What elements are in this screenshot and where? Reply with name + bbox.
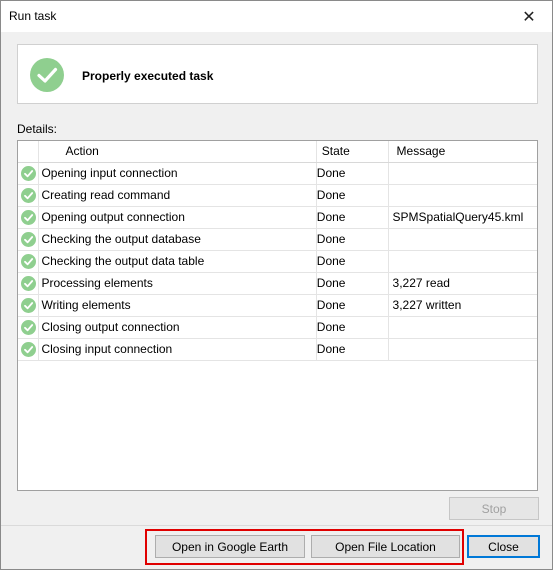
action-cell: Closing input connection	[38, 338, 317, 361]
table-row[interactable]: Writing elements Done 3,227 written	[18, 294, 537, 317]
message-cell: SPMSpatialQuery45.kml	[388, 206, 537, 229]
state-cell: Done	[316, 316, 389, 339]
message-cell: 3,227 written	[388, 294, 537, 317]
state-cell: Done	[316, 184, 389, 207]
close-button[interactable]: Close	[467, 535, 540, 558]
state-cell: Done	[316, 206, 389, 229]
check-circle-icon	[20, 253, 36, 269]
open-file-location-button[interactable]: Open File Location	[311, 535, 460, 558]
details-grid[interactable]: Action State Message Opening input conne…	[17, 140, 538, 491]
action-cell: Checking the output data table	[38, 250, 317, 273]
state-cell: Done	[316, 162, 389, 185]
state-cell: Done	[316, 272, 389, 295]
message-cell: 3,227 read	[388, 272, 537, 295]
message-cell	[388, 184, 537, 207]
table-row[interactable]: Closing output connection Done	[18, 316, 537, 339]
row-status-cell	[18, 250, 40, 273]
check-circle-icon	[20, 297, 36, 313]
table-row[interactable]: Closing input connection Done	[18, 338, 537, 361]
message-cell	[388, 228, 537, 251]
check-circle-icon	[30, 58, 64, 92]
action-cell: Processing elements	[38, 272, 317, 295]
check-circle-icon	[20, 275, 36, 291]
table-row[interactable]: Opening output connection Done SPMSpatialQ…	[18, 206, 537, 229]
message-cell	[388, 162, 537, 185]
row-status-cell	[18, 184, 40, 207]
check-circle-icon	[20, 341, 36, 357]
action-cell: Checking the output database	[38, 228, 317, 251]
details-label: Details:	[17, 122, 58, 136]
table-header-row: Action State Message	[18, 141, 537, 163]
action-cell: Writing elements	[38, 294, 317, 317]
icon-column-header	[18, 141, 40, 163]
status-header: Properly executed task	[17, 44, 538, 104]
row-status-cell	[18, 162, 40, 185]
check-circle-icon	[20, 187, 36, 203]
details-table: Action State Message Opening input conne…	[18, 141, 537, 361]
title-bar: Run task ✕	[1, 1, 552, 32]
table-row[interactable]: Checking the output database Done	[18, 228, 537, 251]
column-header-state[interactable]: State	[316, 141, 389, 163]
check-circle-icon	[20, 319, 36, 335]
row-status-cell	[18, 206, 40, 229]
window-close-icon[interactable]: ✕	[506, 1, 552, 32]
action-cell: Opening output connection	[38, 206, 317, 229]
table-row[interactable]: Checking the output data table Done	[18, 250, 537, 273]
state-cell: Done	[316, 228, 389, 251]
action-cell: Opening input connection	[38, 162, 317, 185]
row-status-cell	[18, 228, 40, 251]
state-cell: Done	[316, 338, 389, 361]
table-row[interactable]: Opening input connection Done	[18, 162, 537, 185]
open-in-google-earth-button[interactable]: Open in Google Earth	[155, 535, 305, 558]
action-cell: Creating read command	[38, 184, 317, 207]
row-status-cell	[18, 338, 40, 361]
table-row[interactable]: Creating read command Done	[18, 184, 537, 207]
message-cell	[388, 316, 537, 339]
run-task-dialog: Run task ✕ Properly executed task Detail…	[0, 0, 553, 570]
stop-button[interactable]: Stop	[449, 497, 539, 520]
row-status-cell	[18, 316, 40, 339]
check-circle-icon	[20, 231, 36, 247]
message-cell	[388, 250, 537, 273]
status-text: Properly executed task	[82, 69, 214, 83]
check-circle-icon	[20, 165, 36, 181]
state-cell: Done	[316, 294, 389, 317]
row-status-cell	[18, 272, 40, 295]
row-status-cell	[18, 294, 40, 317]
action-cell: Closing output connection	[38, 316, 317, 339]
message-cell	[388, 338, 537, 361]
column-header-message[interactable]: Message	[388, 141, 537, 163]
state-cell: Done	[316, 250, 389, 273]
window-title: Run task	[9, 9, 57, 23]
table-row[interactable]: Processing elements Done 3,227 read	[18, 272, 537, 295]
column-header-action[interactable]: Action	[38, 141, 317, 163]
check-circle-icon	[20, 209, 36, 225]
